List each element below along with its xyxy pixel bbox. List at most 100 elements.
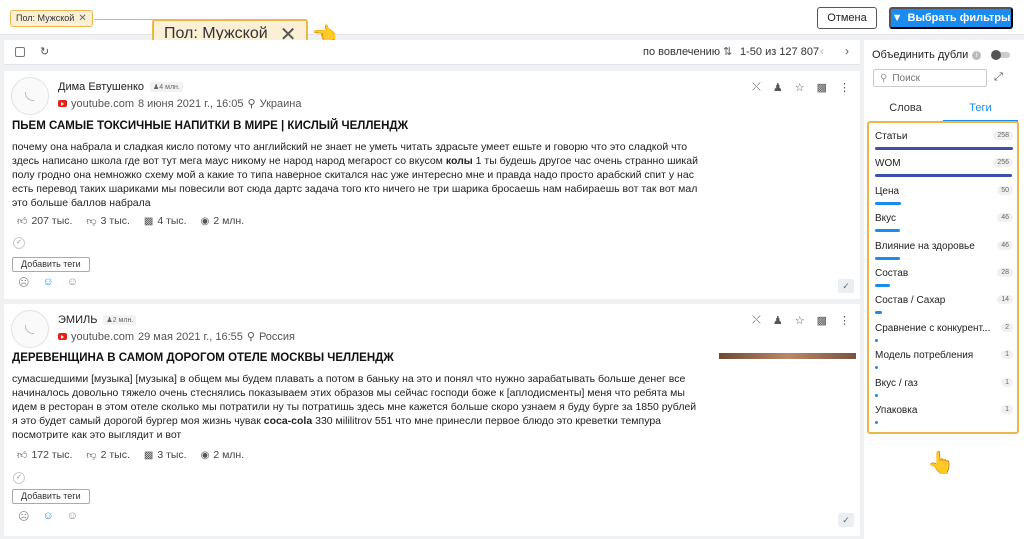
mark-processed-icon[interactable]: ✓: [838, 279, 854, 293]
tag-frequency-bar: [875, 421, 878, 424]
comments-stat: ▩ 3 тыс.: [144, 449, 187, 461]
sort-order-icon[interactable]: ⇅: [723, 45, 732, 58]
tag-count: 1: [1001, 377, 1013, 387]
tag-count: 50: [997, 185, 1013, 195]
post-card: Дима Евтушенко ♟4 млн. youtube.com 8 июн…: [4, 71, 860, 299]
subscribers-badge: ♟4 млн.: [150, 82, 183, 92]
tag-count: 14: [997, 295, 1013, 305]
tag-frequency-bar: [875, 393, 878, 397]
dislikes-stat: 👎︎ 2 тыс.: [86, 449, 129, 461]
post-actions: ⤬ ♟ ☆ ▩ ⋮: [752, 314, 850, 327]
active-filter-chip[interactable]: Пол: Мужской ✕: [10, 10, 93, 27]
post-text: почему она набрала и сладкая кисло потом…: [12, 140, 702, 210]
search-input[interactable]: [892, 72, 983, 84]
post-source[interactable]: youtube.com: [71, 331, 134, 343]
star-icon[interactable]: ☆: [795, 314, 805, 327]
post-stats: 👍︎ 172 тыс. 👎︎ 2 тыс. ▩ 3 тыс. ◉ 2 млн.: [17, 449, 244, 461]
select-all-checkbox[interactable]: [15, 47, 25, 57]
more-icon[interactable]: ⋮: [839, 81, 850, 94]
post-text: сумасшедшими [музыка] [музыка] в общем м…: [12, 372, 702, 442]
tag-item[interactable]: Упаковка 1: [875, 405, 1013, 432]
neutral-sentiment-icon[interactable]: ☺: [42, 276, 53, 289]
add-tags-button[interactable]: Добавить теги: [12, 257, 90, 272]
location-icon: ⚲: [246, 331, 255, 343]
search-field[interactable]: ⚲: [873, 69, 987, 87]
callout-connector: [94, 19, 156, 35]
star-icon[interactable]: ☆: [795, 81, 805, 94]
video-thumbnail[interactable]: [719, 353, 856, 359]
expand-icon[interactable]: ⤢: [994, 71, 1003, 84]
likes-count: 207 тыс.: [31, 215, 73, 227]
close-icon[interactable]: ✕: [78, 11, 86, 26]
apply-filters-label: Выбрать фильтры: [907, 12, 1011, 24]
post-title[interactable]: ДЕРЕВЕНЩИНА В САМОМ ДОРОГОМ ОТЕЛЕ МОСКВЫ…: [12, 352, 394, 364]
post-author[interactable]: ЭМИЛЬ: [58, 314, 97, 326]
post-stats: 👍︎ 207 тыс. 👎︎ 3 тыс. ▩ 4 тыс. ◉ 2 млн.: [17, 215, 244, 227]
neutral-sentiment-icon[interactable]: ☺: [42, 510, 53, 523]
user-icon[interactable]: ♟: [773, 314, 783, 327]
tag-item[interactable]: Модель потребления 1: [875, 350, 1013, 377]
dislikes-stat: 👎︎ 3 тыс.: [86, 215, 129, 227]
mark-processed-icon[interactable]: ✓: [838, 513, 854, 527]
panel-tabs: Слова Теги: [868, 102, 1018, 122]
chevron-right-icon[interactable]: ›: [845, 44, 849, 58]
post-text-keyword: coca-cola: [263, 415, 313, 427]
share-icon[interactable]: ⤬: [752, 81, 761, 94]
post-author-row: ЭМИЛЬ ♟2 млн.: [58, 314, 137, 326]
post-date: 8 июня 2021 г., 16:05: [137, 97, 244, 110]
sort-select[interactable]: по вовлечению: [643, 46, 720, 58]
tab-words[interactable]: Слова: [868, 102, 943, 122]
tag-item[interactable]: Сравнение с конкурент... 2: [875, 322, 1013, 350]
tag-item[interactable]: Вкус 46: [875, 213, 1013, 240]
post-source-row: youtube.com 29 мая 2021 г., 16:55 ⚲ Росс…: [58, 330, 295, 343]
add-tags-button[interactable]: Добавить теги: [12, 489, 90, 504]
post-source[interactable]: youtube.com: [71, 98, 134, 110]
refresh-icon[interactable]: ↻: [40, 45, 49, 58]
chevron-left-icon[interactable]: ‹: [820, 44, 824, 58]
tag-frequency-bar: [875, 366, 878, 370]
tag-frequency-bar: [875, 229, 900, 233]
merge-duplicates-toggle[interactable]: [991, 50, 1010, 60]
tab-tags[interactable]: Теги: [943, 102, 1018, 122]
tag-check-icon[interactable]: ✓: [13, 472, 25, 484]
tag-name: WOM: [875, 158, 901, 170]
user-icon[interactable]: ♟: [773, 81, 783, 94]
location-icon: ⚲: [247, 98, 256, 110]
views-stat: ◉ 2 млн.: [201, 449, 245, 461]
share-icon[interactable]: ⤬: [752, 314, 761, 327]
eye-icon: ◉: [200, 215, 210, 227]
post-source-row: youtube.com 8 июня 2021 г., 16:05 ⚲ Укра…: [58, 97, 302, 110]
info-icon[interactable]: i: [972, 50, 982, 60]
tag-frequency-bar: [875, 311, 882, 315]
avatar: [11, 310, 49, 348]
subscribers-badge: ♟2 млн.: [103, 315, 137, 325]
filter-icon: ▼: [891, 12, 903, 24]
pointing-hand-icon: 👆: [927, 450, 955, 475]
tag-item[interactable]: Статьи 258: [875, 131, 1013, 158]
tag-name: Состав: [875, 268, 909, 279]
positive-sentiment-icon[interactable]: ☺: [67, 510, 78, 523]
tag-item[interactable]: Состав / Сахар 14: [875, 295, 1013, 322]
search-icon: ⚲: [880, 72, 888, 84]
likes-count: 172 тыс.: [31, 449, 73, 461]
cancel-button[interactable]: Отмена: [817, 7, 877, 29]
tag-frequency-bar: [875, 284, 890, 287]
tag-item[interactable]: Состав 28: [875, 268, 1013, 295]
trash-icon[interactable]: ▩: [817, 81, 827, 94]
positive-sentiment-icon[interactable]: ☺: [67, 276, 78, 289]
tag-name: Влияние на здоровье: [875, 240, 975, 252]
apply-filters-button[interactable]: ▼ Выбрать фильтры: [889, 7, 1013, 29]
post-title[interactable]: ПЬЕМ САМЫЕ ТОКСИЧНЫЕ НАПИТКИ В МИРЕ | КИ…: [12, 120, 408, 132]
negative-sentiment-icon[interactable]: ☹: [18, 276, 29, 289]
tag-item[interactable]: Влияние на здоровье 46: [875, 240, 1013, 268]
tag-check-icon[interactable]: ✓: [13, 237, 25, 249]
views-stat: ◉ 2 млн.: [201, 215, 245, 227]
tag-item[interactable]: Цена 50: [875, 185, 1013, 213]
trash-icon[interactable]: ▩: [817, 314, 827, 327]
tag-item[interactable]: WOM 256: [875, 158, 1013, 185]
negative-sentiment-icon[interactable]: ☹: [18, 510, 29, 523]
tag-item[interactable]: Вкус / газ 1: [875, 377, 1013, 405]
post-author[interactable]: Дима Евтушенко: [58, 81, 144, 93]
tag-name: Статьи: [875, 131, 908, 142]
more-icon[interactable]: ⋮: [839, 314, 850, 327]
